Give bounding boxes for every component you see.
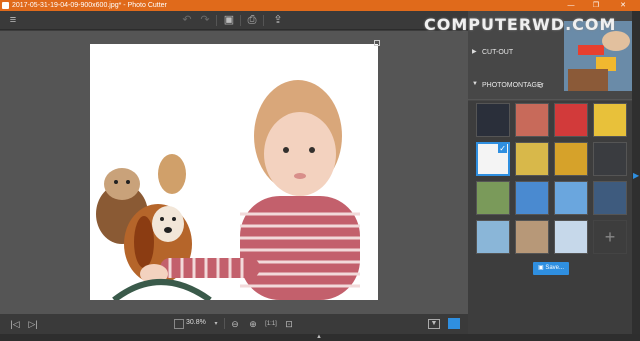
zoom-in-icon[interactable]: ⊕ <box>246 318 260 330</box>
section-label: CUT-OUT <box>482 49 514 56</box>
next-image-button[interactable]: ▷| <box>26 318 40 330</box>
panel-edge: ▶ <box>632 11 640 334</box>
bottom-divider <box>224 318 225 329</box>
thumbnail-cow[interactable] <box>476 181 510 215</box>
photomontage-section[interactable]: ▼ PHOTOMONTAGE ↺ <box>468 72 632 100</box>
maximize-button[interactable]: ❐ <box>585 0 607 11</box>
thumbnail-gold-bokeh[interactable] <box>554 142 588 176</box>
toolbar-divider <box>216 15 217 26</box>
thumbnail-dark-bokeh[interactable] <box>593 142 627 176</box>
expand-panel-icon[interactable]: ▶ <box>633 171 639 180</box>
canvas-area[interactable] <box>0 31 468 314</box>
photomontage-image <box>96 80 360 300</box>
thumbnail-comic-bubbles[interactable] <box>593 103 627 137</box>
top-toolbar: ≡ ↶ ↷ ▣ ⎙ ⇪ <box>0 11 468 30</box>
toolbar-divider <box>263 15 264 26</box>
bottom-toolbar: |◁ ▷| 30.8% ▾ ⊖ ⊕ [1:1] ⊡ ▼ <box>0 314 468 334</box>
window-title: 2017-05-31-19-04-09-900x600.jpg* - Photo… <box>12 2 167 9</box>
title-bar: 2017-05-31-19-04-09-900x600.jpg* - Photo… <box>0 0 640 11</box>
save-icon[interactable]: ▣ <box>222 14 236 27</box>
check-icon: ✓ <box>498 144 507 153</box>
thumbnail-snowman[interactable] <box>554 181 588 215</box>
zoom-dropdown-icon[interactable]: ▾ <box>212 318 220 330</box>
reset-icon[interactable]: ↺ <box>538 82 544 90</box>
thumbnail-harbor[interactable] <box>476 220 510 254</box>
toolbar-divider <box>240 15 241 26</box>
thumbnail-red-hearts[interactable] <box>554 103 588 137</box>
thumbnail-moon[interactable] <box>476 103 510 137</box>
image-size-icon[interactable] <box>174 319 184 329</box>
menu-icon[interactable]: ≡ <box>6 14 20 27</box>
chevron-down-icon: ▼ <box>472 81 478 87</box>
zoom-out-icon[interactable]: ⊖ <box>228 318 242 330</box>
watermark-logo: COMPUTERWD.COM <box>424 15 617 34</box>
share-icon[interactable]: ⇪ <box>268 14 288 27</box>
minimize-button[interactable]: — <box>560 0 582 11</box>
cut-out-section[interactable]: ▶ CUT-OUT <box>468 39 632 67</box>
photo-canvas[interactable] <box>90 44 378 300</box>
thumbnail-blank-white[interactable]: ✓ <box>476 142 510 176</box>
previous-image-button[interactable]: |◁ <box>8 318 22 330</box>
thumbnail-winter-trees[interactable] <box>554 220 588 254</box>
print-icon[interactable]: ⎙ <box>245 14 259 27</box>
panel-divider <box>468 99 632 100</box>
thumbnail-dining-room[interactable] <box>515 220 549 254</box>
save-button[interactable]: ▣ Save... <box>533 262 569 275</box>
app-icon <box>2 2 9 9</box>
undo-icon[interactable]: ↶ <box>180 14 194 27</box>
resize-handle[interactable] <box>374 40 380 46</box>
actual-size-icon[interactable]: [1:1] <box>262 318 280 330</box>
thumbnail-city-skyline[interactable] <box>593 181 627 215</box>
export-icon[interactable]: ▼ <box>428 319 440 329</box>
close-button[interactable]: ✕ <box>612 0 634 11</box>
collapse-up-icon[interactable]: ▲ <box>316 334 322 341</box>
thumbnail-hearts-sunset[interactable] <box>515 103 549 137</box>
save-label: Save... <box>545 265 565 271</box>
chevron-right-icon: ▶ <box>472 49 477 55</box>
thumbnail-yellow-frame[interactable] <box>515 142 549 176</box>
zoom-level[interactable]: 30.8% <box>186 319 206 326</box>
side-panel-toggle-icon[interactable] <box>448 318 460 329</box>
status-bar: ▲ <box>0 334 640 341</box>
section-label: PHOTOMONTAGE <box>482 82 542 89</box>
thumbnail-green-field[interactable] <box>515 181 549 215</box>
add-background-button[interactable]: + <box>593 220 627 254</box>
fit-to-window-icon[interactable]: ⊡ <box>282 318 296 330</box>
redo-icon[interactable]: ↷ <box>198 14 212 27</box>
